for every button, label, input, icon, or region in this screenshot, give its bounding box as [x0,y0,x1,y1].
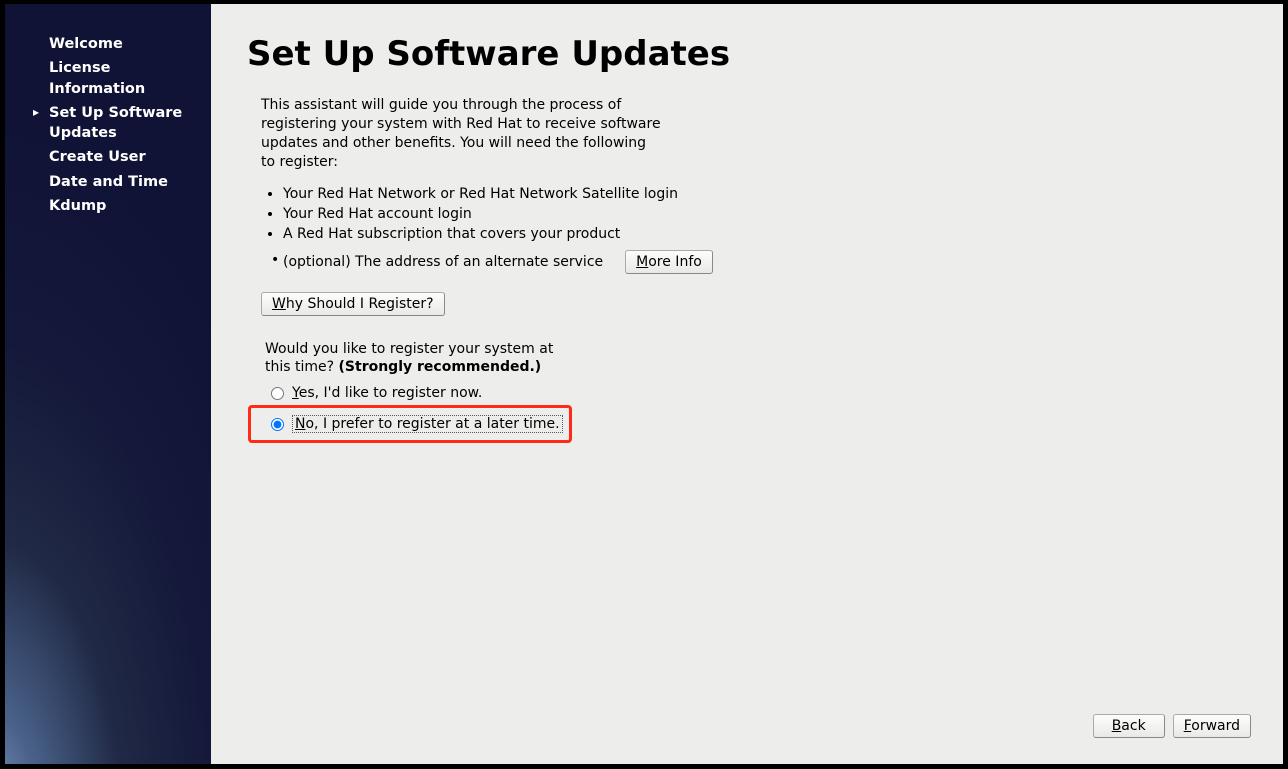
why-register-row: Why Should I Register? [261,292,1247,316]
forward-label-rest: orward [1191,718,1240,734]
sidebar-item-date-time[interactable]: Date and Time [5,170,211,194]
page-title: Set Up Software Updates [247,34,1247,74]
radio-no-input[interactable] [271,418,284,431]
content-area: Set Up Software Updates This assistant w… [211,4,1283,702]
back-label-rest: ack [1121,718,1145,734]
sidebar-item-license[interactable]: License Information [5,56,211,101]
req-item: A Red Hat subscription that covers your … [283,226,1247,242]
optional-row: (optional) The address of an alternate s… [265,250,1247,274]
question-strong: (Strongly recommended.) [339,359,542,375]
register-question: Would you like to register your system a… [265,340,565,378]
radio-no-label[interactable]: No, I prefer to register at a later time… [292,415,563,433]
sidebar-item-updates[interactable]: Set Up Software Updates [5,101,211,146]
more-info-label-rest: ore Info [648,254,702,270]
back-button[interactable]: Back [1093,714,1165,738]
requirements-list: Your Red Hat Network or Red Hat Network … [265,186,1247,242]
footer: Back Forward [211,702,1283,764]
firstboot-window: Welcome License Information Set Up Softw… [4,3,1284,765]
radio-yes-label[interactable]: Yes, I'd like to register now. [292,385,482,401]
intro-text: This assistant will guide you through th… [261,96,661,172]
main-pane: Set Up Software Updates This assistant w… [211,4,1283,764]
sidebar-item-create-user[interactable]: Create User [5,145,211,169]
radio-yes-input[interactable] [271,387,284,400]
req-item: Your Red Hat account login [283,206,1247,222]
forward-button[interactable]: Forward [1173,714,1251,738]
optional-text: (optional) The address of an alternate s… [283,254,603,270]
sidebar-item-welcome[interactable]: Welcome [5,32,211,56]
req-item: Your Red Hat Network or Red Hat Network … [283,186,1247,202]
why-register-button[interactable]: Why Should I Register? [261,292,445,316]
sidebar: Welcome License Information Set Up Softw… [5,4,211,764]
why-register-label-rest: hy Should I Register? [286,296,434,312]
radio-no-row[interactable]: No, I prefer to register at a later time… [267,413,569,435]
sidebar-item-kdump[interactable]: Kdump [5,194,211,218]
radio-no-highlight: No, I prefer to register at a later time… [248,405,572,443]
radio-yes-row[interactable]: Yes, I'd like to register now. [267,383,1247,403]
more-info-button[interactable]: More Info [625,250,713,274]
